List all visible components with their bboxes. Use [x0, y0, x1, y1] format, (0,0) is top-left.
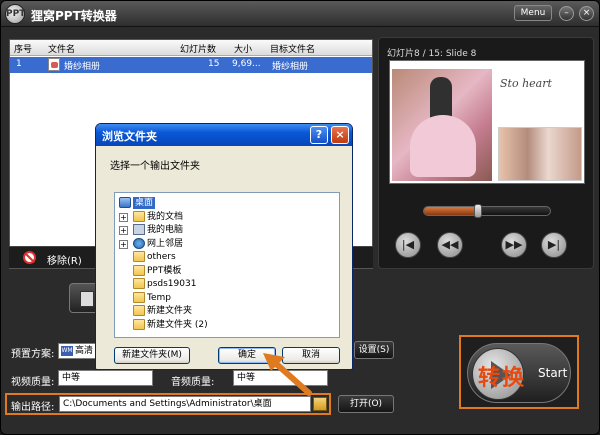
tree-item-label: Temp: [147, 292, 171, 303]
remove-icon[interactable]: [23, 251, 36, 264]
file-list-header: 序号 文件名 幻灯片数 大小 目标文件名: [10, 40, 372, 56]
tree-expander[interactable]: +: [119, 212, 128, 222]
open-button[interactable]: 打开(O): [338, 395, 394, 413]
output-path-input[interactable]: C:\Documents and Settings\Administrator\…: [59, 396, 311, 412]
preset-select[interactable]: WM 高清: [58, 343, 98, 359]
network-icon: [133, 237, 145, 249]
ok-button[interactable]: 确定: [218, 347, 276, 364]
folder-icon: [133, 318, 145, 330]
preset-label: 预置方案:: [11, 349, 55, 360]
tree-item-label: 我的文档: [147, 211, 184, 222]
desktop-icon: [119, 197, 131, 208]
column-header-size[interactable]: 大小: [234, 42, 252, 55]
output-path-row: 输出路径: C:\Documents and Settings\Administ…: [5, 393, 331, 415]
folder-icon: [133, 278, 145, 289]
dialog-close-icon[interactable]: ×: [331, 126, 349, 144]
folder-icon: [133, 291, 145, 303]
tree-item-label: 新建文件夹: [147, 306, 193, 316]
column-header-slides[interactable]: 幻灯片数: [180, 42, 216, 55]
tree-item[interactable]: 新建文件夹: [115, 305, 339, 318]
tree-item[interactable]: psds19031: [115, 278, 339, 291]
ppt-file-icon: [48, 58, 60, 71]
tree-item-label: others: [147, 252, 176, 262]
guest-photo: [498, 127, 582, 181]
wedding-photo: [392, 69, 492, 181]
preview-panel: 幻灯片8 / 15: Slide 8 Sto heart |◀ ◀◀ ▶▶ ▶|: [378, 37, 594, 269]
new-folder-button[interactable]: 新建文件夹(M): [114, 347, 190, 364]
row-slides: 15: [208, 59, 220, 69]
seek-fill: [424, 207, 479, 215]
wmv-icon: WM: [61, 346, 73, 356]
browse-folder-dialog: 浏览文件夹 ? × 选择一个输出文件夹 桌面 + 我的文档 + 我的电脑 + 网上邻居 oth…: [95, 123, 353, 370]
convert-label-cn: 转换: [478, 366, 527, 391]
tree-item[interactable]: + 网上邻居: [115, 237, 339, 251]
slide-caption: Sto heart: [500, 77, 552, 90]
convert-highlight: 转换 Start: [459, 335, 579, 409]
remove-button[interactable]: 移除(R): [47, 252, 82, 267]
tree-item-label: PPT模板: [147, 265, 182, 276]
browse-folder-icon[interactable]: [313, 397, 327, 411]
row-index: 1: [16, 59, 22, 69]
menu-button[interactable]: Menu: [514, 5, 552, 21]
row-size: 9,69...: [232, 59, 261, 69]
output-label: 输出路径:: [11, 402, 55, 413]
tree-item[interactable]: others: [115, 251, 339, 264]
tree-item-label: psds19031: [147, 279, 197, 289]
tree-item[interactable]: Temp: [115, 291, 339, 305]
slide-counter: 幻灯片8 / 15: Slide 8: [387, 49, 477, 59]
last-slide-button[interactable]: ▶|: [541, 232, 567, 258]
settings-button[interactable]: 设置(S): [354, 341, 394, 359]
quality-select[interactable]: 中等: [58, 370, 153, 386]
next-slide-button[interactable]: ▶▶: [501, 232, 527, 258]
app-title: 狸窝PPT转换器: [31, 9, 117, 23]
help-icon[interactable]: ?: [310, 126, 328, 144]
row-target: 婚纱相册: [272, 62, 309, 72]
quality-label: 视频质量:: [11, 377, 55, 388]
tree-item-label: 网上邻居: [147, 238, 184, 249]
seek-slider[interactable]: [423, 204, 551, 218]
tree-item[interactable]: 桌面: [115, 197, 339, 210]
title-bar[interactable]: PPT 狸窝PPT转换器 Menu – ×: [1, 1, 599, 27]
computer-icon: [133, 224, 145, 235]
app-window: PPT 狸窝PPT转换器 Menu – × 序号 文件名 幻灯片数 大小 目标文…: [0, 0, 600, 435]
dialog-title: 浏览文件夹: [102, 130, 157, 143]
app-logo-icon: PPT: [5, 4, 25, 24]
tree-item[interactable]: + 我的电脑: [115, 224, 339, 237]
tree-expander[interactable]: +: [119, 226, 128, 235]
tree-item-label: 新建文件夹 (2): [147, 319, 208, 330]
seek-thumb[interactable]: [474, 204, 483, 218]
slide-preview-image: Sto heart: [389, 60, 585, 184]
close-icon[interactable]: ×: [579, 6, 594, 21]
minimize-icon[interactable]: –: [559, 6, 574, 21]
column-header-index[interactable]: 序号: [14, 42, 32, 55]
tree-item-label: 桌面: [133, 197, 156, 209]
folder-icon: [133, 251, 145, 262]
audio-select[interactable]: 中等: [233, 370, 328, 386]
tree-item[interactable]: PPT模板: [115, 264, 339, 278]
first-slide-button[interactable]: |◀: [395, 232, 421, 258]
cancel-button[interactable]: 取消: [282, 347, 340, 364]
table-row[interactable]: 1 婚纱相册 15 9,69... 婚纱相册: [10, 57, 372, 73]
tree-item[interactable]: 新建文件夹 (2): [115, 318, 339, 332]
folder-tree[interactable]: 桌面 + 我的文档 + 我的电脑 + 网上邻居 others PPT模板 psds19031 Tem…: [114, 192, 340, 338]
preset-value: 高清: [75, 346, 94, 356]
folder-icon: [133, 210, 145, 222]
tree-item[interactable]: + 我的文档: [115, 210, 339, 224]
dialog-title-bar[interactable]: 浏览文件夹 ? ×: [96, 124, 352, 146]
prev-slide-button[interactable]: ◀◀: [437, 232, 463, 258]
tree-item-label: 我的电脑: [147, 225, 184, 235]
folder-icon: [133, 305, 145, 316]
folder-icon: [133, 264, 145, 276]
row-filename: 婚纱相册: [64, 62, 101, 72]
audio-label: 音频质量:: [171, 377, 215, 388]
tree-expander[interactable]: +: [119, 239, 128, 249]
dialog-prompt: 选择一个输出文件夹: [110, 161, 200, 172]
convert-button[interactable]: 转换 Start: [467, 343, 571, 403]
convert-label-en: Start: [538, 366, 568, 380]
column-header-target[interactable]: 目标文件名: [270, 42, 315, 55]
column-header-name[interactable]: 文件名: [48, 42, 75, 55]
